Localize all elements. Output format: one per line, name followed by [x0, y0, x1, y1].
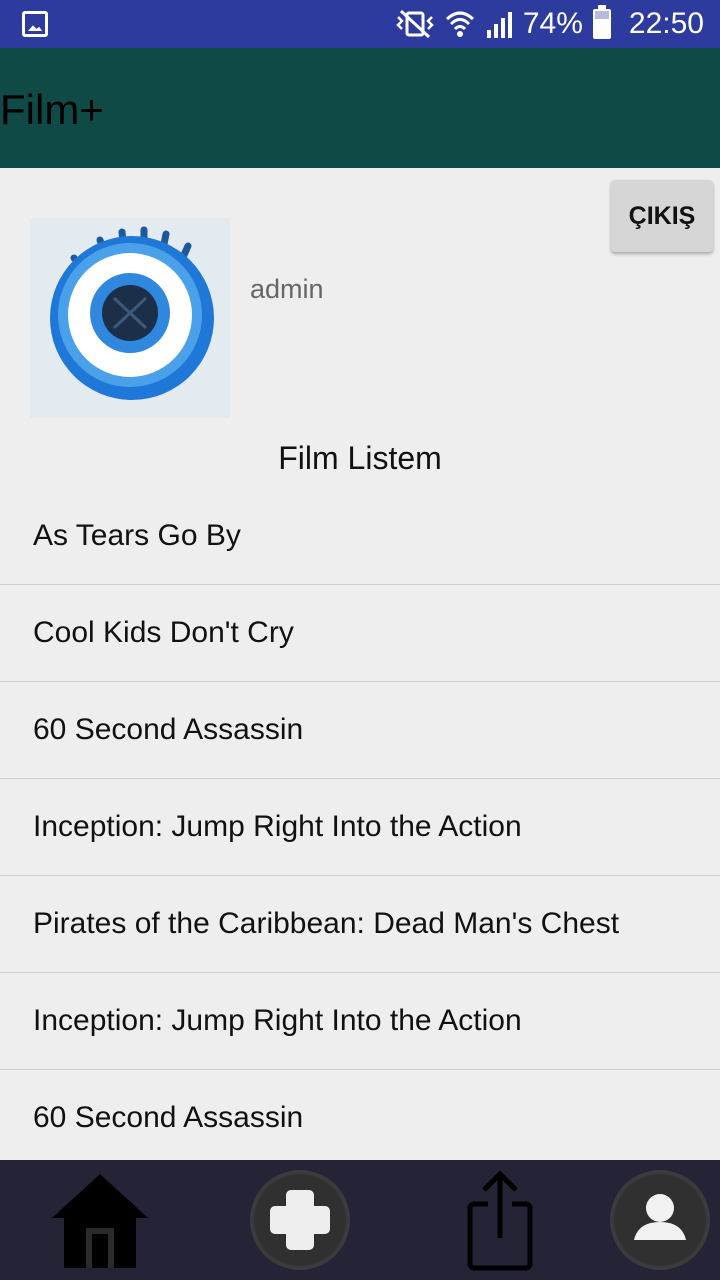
username: admin: [250, 274, 324, 304]
list-item[interactable]: 60 Second Assassin: [0, 1070, 720, 1167]
home-icon: [52, 1174, 148, 1268]
app-title: Film+: [0, 86, 104, 133]
status-icons: 74% 22:50: [395, 0, 704, 48]
status-bar: 74% 22:50: [0, 0, 720, 48]
signal-icon: [486, 12, 512, 38]
list-item[interactable]: As Tears Go By: [0, 488, 720, 585]
gallery-icon: [22, 11, 48, 37]
share-icon: [467, 1170, 533, 1271]
list-item[interactable]: 60 Second Assassin: [0, 682, 720, 779]
profile-icon: [610, 1170, 710, 1270]
clock: 22:50: [628, 7, 704, 40]
list-title: Film Listem: [278, 440, 442, 476]
list-item[interactable]: Pirates of the Caribbean: Dead Man's Che…: [0, 876, 720, 973]
share-button[interactable]: [440, 1160, 560, 1280]
vibrate-icon: [396, 9, 434, 39]
home-button[interactable]: [40, 1160, 160, 1280]
eye-icon: [50, 226, 214, 400]
movie-list: As Tears Go By Cool Kids Don't Cry 60 Se…: [0, 488, 720, 1167]
logout-button[interactable]: ÇIKIŞ: [611, 180, 713, 252]
app-bar: Film+: [0, 48, 720, 168]
battery-percent: 74%: [522, 7, 583, 40]
list-item[interactable]: Inception: Jump Right Into the Action: [0, 973, 720, 1070]
list-item[interactable]: Inception: Jump Right Into the Action: [0, 779, 720, 876]
list-item[interactable]: Cool Kids Don't Cry: [0, 585, 720, 682]
battery-icon: [592, 5, 611, 39]
avatar: [30, 218, 230, 418]
add-button[interactable]: [240, 1160, 360, 1280]
add-icon: [250, 1170, 350, 1270]
bottom-nav: [0, 1160, 720, 1280]
wifi-icon: [445, 11, 474, 37]
profile-button[interactable]: [600, 1160, 720, 1280]
